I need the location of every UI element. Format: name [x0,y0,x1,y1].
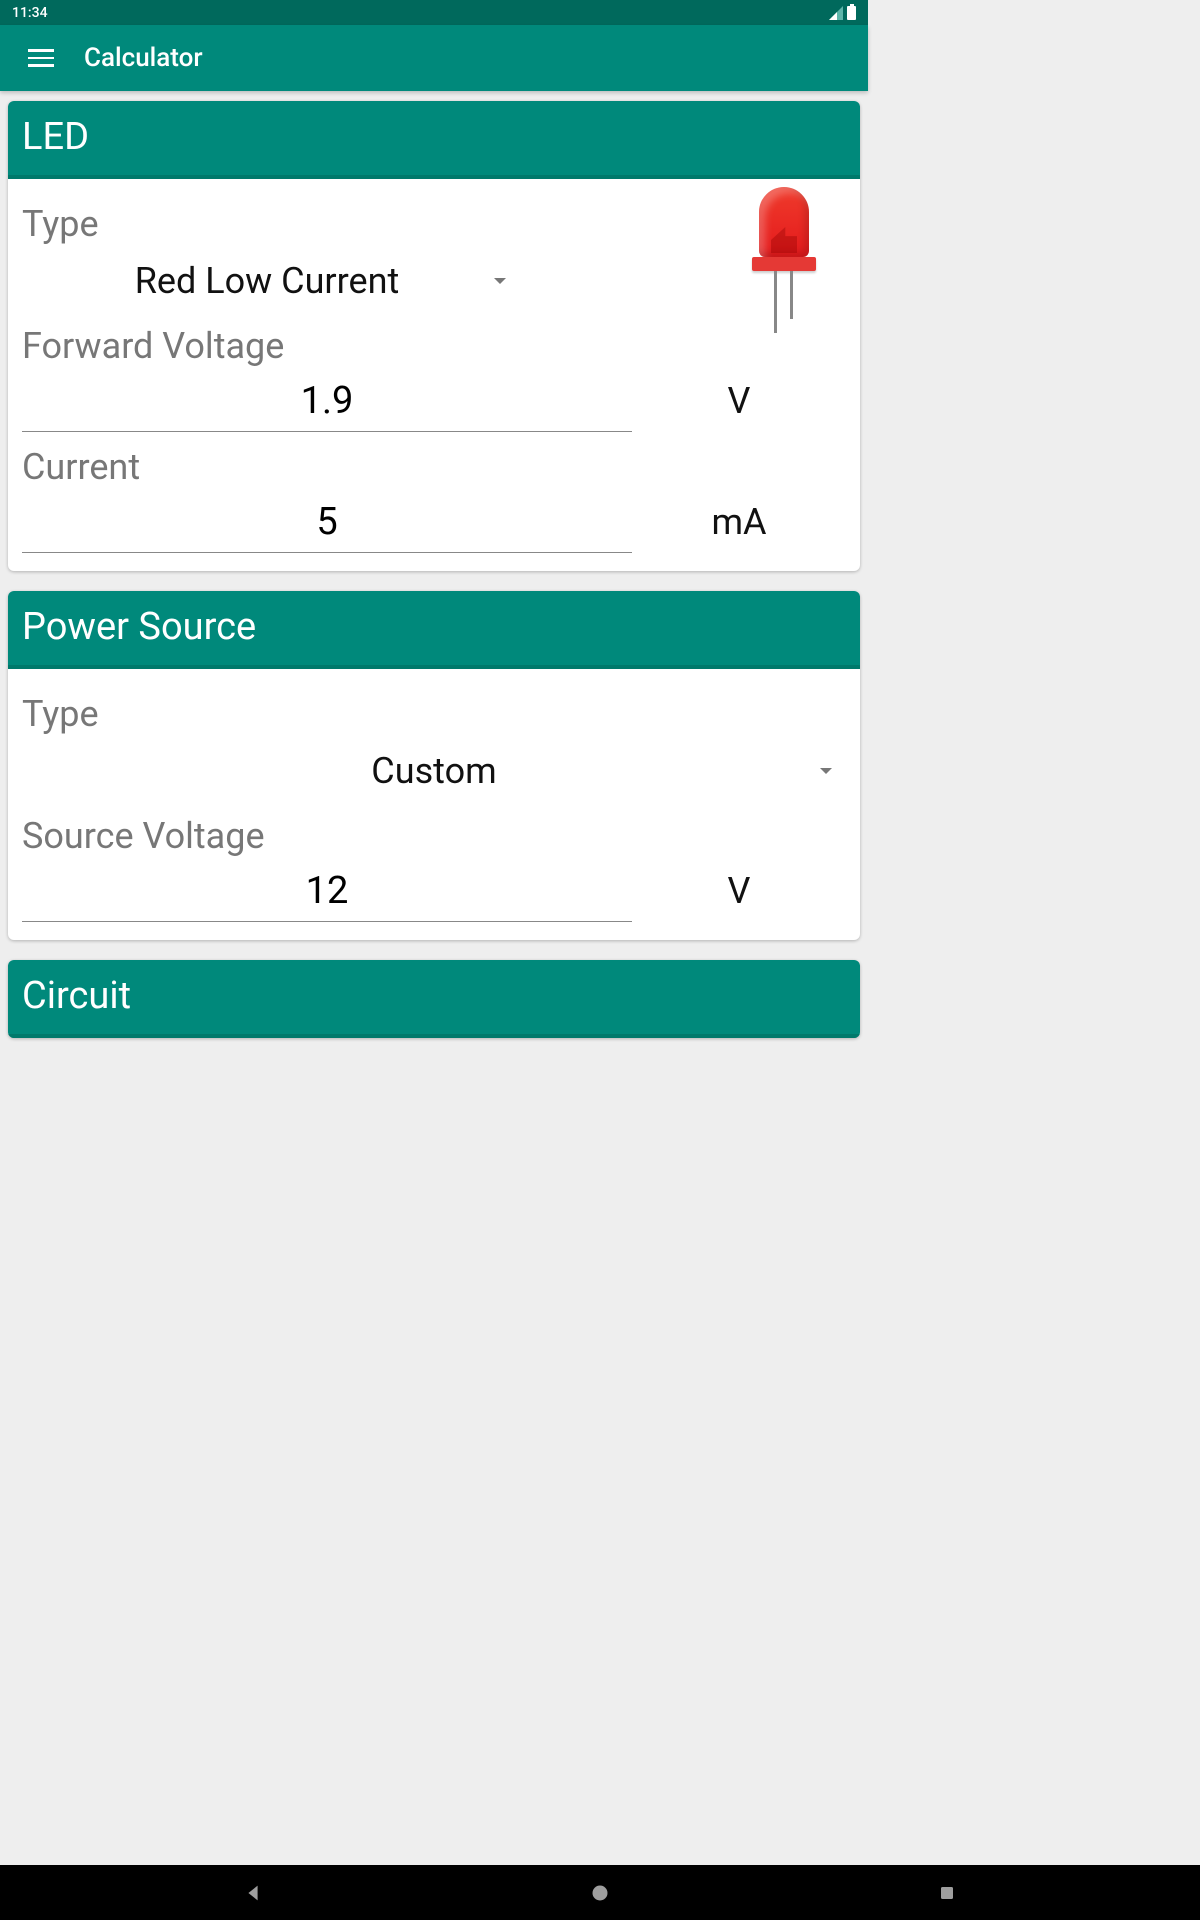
source-voltage-input[interactable] [22,863,632,922]
forward-voltage-input[interactable] [22,373,632,432]
battery-icon [847,6,856,20]
card-led-header: LED [8,101,860,179]
chevron-down-icon [820,768,832,774]
current-input[interactable] [22,494,632,553]
forward-voltage-label: Forward Voltage [22,325,846,367]
power-type-dropdown[interactable]: Custom [22,741,846,801]
forward-voltage-unit: V [632,380,846,422]
nav-home-button[interactable] [587,1880,613,1906]
status-time: 11:34 [12,5,829,21]
power-type-value: Custom [22,750,846,792]
card-power-source: Power Source Type Custom Source Voltage … [8,591,860,940]
content: LED Type Red Low Current Forward Voltage [0,91,868,1066]
cell-signal-icon [829,6,843,20]
led-icon [752,187,816,337]
app-title: Calculator [84,43,203,73]
power-type-label: Type [22,693,846,735]
status-icons [829,6,856,20]
card-power-header: Power Source [8,591,860,669]
led-type-value: Red Low Current [22,260,512,302]
nav-back-button[interactable] [240,1880,266,1906]
source-voltage-unit: V [632,870,846,912]
source-voltage-label: Source Voltage [22,815,846,857]
card-circuit-header: Circuit [8,960,860,1038]
nav-recent-button[interactable] [934,1880,960,1906]
menu-icon[interactable] [28,49,54,67]
chevron-down-icon [494,278,506,284]
current-label: Current [22,446,846,488]
current-unit: mA [632,501,846,543]
app-bar: Calculator [0,25,868,91]
card-led: LED Type Red Low Current Forward Voltage [8,101,860,571]
led-type-dropdown[interactable]: Red Low Current [22,251,512,311]
card-circuit: Circuit [8,960,860,1038]
status-bar: 11:34 [0,0,868,25]
android-nav-bar [0,1865,1200,1920]
led-type-label: Type [22,203,846,245]
